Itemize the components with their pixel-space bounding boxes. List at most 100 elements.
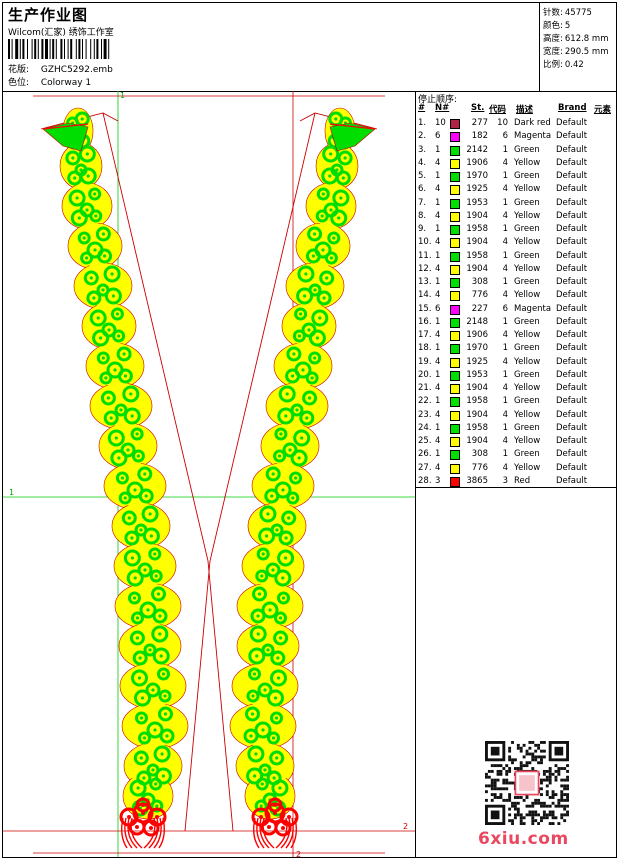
stop-code: 1 — [502, 316, 508, 327]
stop-code: 1 — [502, 449, 508, 460]
stop-brand: Default — [556, 422, 588, 433]
col-index: # — [418, 103, 426, 113]
column-headers: # N# St. 代码 描述 Brand 元素 — [416, 103, 616, 115]
color-swatch — [450, 304, 460, 315]
table-row: 11. 1 1958 1 Green Default — [416, 250, 616, 263]
stop-stitches: 2148 — [466, 316, 488, 327]
colorway-label: 色位: — [8, 78, 30, 88]
stop-index: 17. — [418, 330, 432, 340]
stop-description: Yellow — [514, 462, 541, 473]
stop-needle: 1 — [435, 224, 441, 234]
stop-description: Magenta — [514, 303, 552, 314]
color-swatch — [450, 132, 460, 143]
lace-strip-left — [42, 107, 189, 820]
stop-index: 11. — [418, 250, 432, 261]
stop-brand: Default — [556, 197, 588, 208]
stop-stitches: 1958 — [466, 396, 488, 407]
stop-stitches: 1904 — [466, 237, 488, 248]
table-row: 1. 10 277 10 Dark red Default — [416, 117, 616, 130]
stop-code: 1 — [502, 144, 508, 155]
stop-needle: 4 — [435, 330, 441, 340]
stop-code: 4 — [502, 383, 508, 393]
stop-description: Yellow — [514, 157, 541, 168]
color-swatch — [450, 331, 460, 341]
barcode-icon — [8, 39, 110, 59]
stop-needle: 4 — [435, 356, 441, 367]
stop-brand: Default — [556, 330, 588, 340]
file-label: 花版: — [8, 65, 30, 75]
color-swatch — [450, 238, 460, 249]
stop-needle: 4 — [435, 263, 441, 274]
table-row: 9. 1 1958 1 Green Default — [416, 223, 616, 236]
stop-brand: Default — [556, 237, 588, 248]
stop-description: Yellow — [514, 263, 541, 274]
stop-needle: 3 — [435, 475, 441, 486]
sheet-title: 生产作业图 — [8, 6, 89, 24]
stop-needle: 1 — [435, 369, 441, 380]
col-element: 元素 — [594, 105, 612, 115]
stop-code: 1 — [502, 343, 508, 354]
file-value: GZHC5292.emb — [40, 65, 113, 75]
stop-brand: Default — [556, 224, 588, 234]
stop-index: 20. — [418, 369, 432, 380]
stop-description: Yellow — [514, 184, 541, 195]
table-row: 19. 4 1925 4 Yellow Default — [416, 356, 616, 369]
stop-needle: 4 — [435, 157, 441, 168]
stop-stitches: 1958 — [466, 422, 488, 433]
stop-description: Green — [514, 449, 540, 460]
stop-stitches: 1958 — [466, 250, 488, 261]
marker-top-1: 1 — [120, 91, 125, 100]
stop-brand: Default — [556, 210, 588, 221]
stop-index: 18. — [418, 343, 432, 354]
stop-code: 3 — [502, 475, 508, 486]
color-swatch — [450, 211, 460, 222]
stop-stitches: 1925 — [466, 356, 488, 367]
stop-code: 4 — [502, 263, 508, 274]
stop-needle: 1 — [435, 396, 441, 407]
stop-code: 4 — [502, 210, 508, 221]
stop-brand: Default — [556, 383, 588, 393]
stop-index: 23. — [418, 409, 432, 420]
stop-stitches: 1970 — [466, 343, 488, 354]
stop-needle: 4 — [435, 383, 441, 393]
color-swatch — [450, 119, 460, 129]
stop-description: Green — [514, 277, 540, 287]
stop-index: 25. — [418, 436, 432, 446]
stop-brand: Default — [556, 343, 588, 354]
stop-stitches: 1958 — [466, 224, 488, 234]
stop-needle: 4 — [435, 237, 441, 248]
stop-stitches: 1904 — [466, 383, 488, 393]
stop-code: 10 — [497, 118, 508, 128]
stop-code: 1 — [502, 396, 508, 407]
stop-brand: Default — [556, 462, 588, 473]
table-row: 28. 3 3865 3 Red Default — [416, 475, 616, 488]
stop-description: Green — [514, 396, 540, 407]
stop-index: 5. — [418, 171, 427, 181]
tassel-flowers — [119, 797, 299, 849]
stop-code: 4 — [502, 409, 508, 420]
color-swatch — [450, 410, 460, 421]
table-row: 2. 6 182 6 Magenta Default — [416, 130, 616, 143]
stop-stitches: 308 — [471, 449, 488, 460]
stop-brand: Default — [556, 144, 588, 155]
stop-index: 12. — [418, 263, 432, 274]
stop-index: 1. — [418, 118, 427, 128]
stop-index: 7. — [418, 197, 427, 208]
stop-code: 6 — [502, 131, 508, 142]
stop-needle: 6 — [435, 303, 441, 314]
stop-stitches: 1970 — [466, 171, 488, 181]
stop-needle: 4 — [435, 210, 441, 221]
table-row: 24. 1 1958 1 Green Default — [416, 422, 616, 435]
stop-index: 15. — [418, 303, 432, 314]
stop-stitches: 1906 — [466, 330, 488, 340]
stop-stitches: 1904 — [466, 436, 488, 446]
stop-brand: Default — [556, 263, 588, 274]
stop-code: 1 — [502, 171, 508, 181]
stop-needle: 1 — [435, 277, 441, 287]
stop-needle: 1 — [435, 250, 441, 261]
stop-needle: 1 — [435, 197, 441, 208]
stop-brand: Default — [556, 303, 588, 314]
lace-strip-right — [229, 107, 376, 820]
table-row: 10. 4 1904 4 Yellow Default — [416, 236, 616, 249]
stop-needle: 10 — [435, 118, 446, 128]
